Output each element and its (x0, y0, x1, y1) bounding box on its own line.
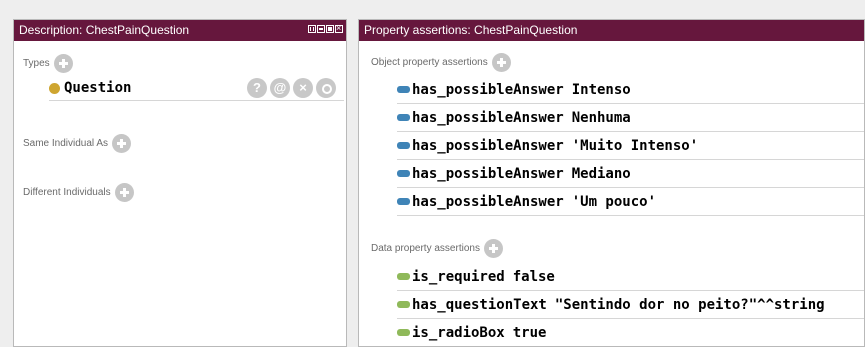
data-assertion-row[interactable]: is_required false (397, 263, 864, 291)
property-value: 'Um pouco' (571, 193, 657, 210)
split-horizontal-icon[interactable] (317, 25, 325, 33)
same-individual-label: Same Individual As (23, 138, 109, 149)
types-label: Types (23, 58, 50, 69)
property-assertions-pane: Property assertions: ChestPainQuestion O… (358, 19, 865, 347)
description-pane: Description: ChestPainQuestion Types Que… (13, 19, 347, 347)
different-individuals-section: Different Individuals (23, 183, 134, 202)
object-assertion-row[interactable]: has_possibleAnswer Intenso (397, 76, 864, 104)
delete-icon[interactable]: × (293, 78, 313, 98)
data-properties-section: Data property assertions (371, 239, 503, 258)
property-name: has_questionText (412, 296, 547, 313)
add-data-property-button[interactable] (483, 239, 503, 258)
annotate-icon[interactable]: @ (270, 78, 290, 98)
property-value: "Sentindo dor no peito?"^^string (554, 296, 825, 313)
data-assertion-row[interactable]: has_questionText "Sentindo dor no peito?… (397, 291, 864, 319)
edit-icon[interactable] (316, 78, 336, 98)
type-row[interactable]: Question ? @ × (49, 76, 344, 101)
add-object-property-button[interactable] (491, 53, 511, 72)
types-section: Types (23, 54, 73, 73)
property-name: is_required (412, 268, 505, 285)
data-property-icon (397, 273, 410, 280)
maximize-icon[interactable] (326, 25, 334, 33)
object-property-icon (397, 114, 410, 121)
object-assertion-row[interactable]: has_possibleAnswer 'Um pouco' (397, 188, 864, 216)
split-vertical-icon[interactable] (308, 25, 316, 33)
property-name: has_possibleAnswer (412, 193, 564, 210)
object-properties-section: Object property assertions (371, 53, 511, 72)
different-individuals-label: Different Individuals (23, 187, 111, 198)
property-value: true (512, 324, 547, 341)
property-name: has_possibleAnswer (412, 81, 564, 98)
type-value: Question (64, 80, 132, 96)
data-property-icon (397, 329, 410, 336)
class-icon (49, 82, 60, 94)
help-icon[interactable]: ? (247, 78, 267, 98)
data-property-icon (397, 301, 410, 308)
data-assertion-row[interactable]: is_radioBox true (397, 319, 864, 346)
description-titlebar: Description: ChestPainQuestion (14, 20, 346, 41)
object-assertion-row[interactable]: has_possibleAnswer 'Muito Intenso' (397, 132, 864, 160)
property-value: Nenhuma (571, 109, 631, 126)
add-different-individual-button[interactable] (114, 183, 134, 202)
data-properties-label: Data property assertions (371, 243, 480, 254)
object-assertion-row[interactable]: has_possibleAnswer Mediano (397, 160, 864, 188)
object-property-icon (397, 170, 410, 177)
type-actions: ? @ × (247, 78, 336, 98)
add-same-individual-button[interactable] (112, 134, 132, 153)
object-property-icon (397, 198, 410, 205)
property-value: false (512, 268, 555, 285)
window-controls (308, 22, 343, 34)
property-value: Mediano (571, 165, 631, 182)
add-type-button[interactable] (53, 54, 73, 73)
property-name: has_possibleAnswer (412, 137, 564, 154)
property-value: 'Muito Intenso' (571, 137, 699, 154)
property-name: is_radioBox (412, 324, 505, 341)
property-titlebar: Property assertions: ChestPainQuestion (359, 20, 864, 41)
same-individual-section: Same Individual As (23, 134, 132, 153)
object-property-icon (397, 142, 410, 149)
object-property-icon (397, 86, 410, 93)
object-assertion-row[interactable]: has_possibleAnswer Nenhuma (397, 104, 864, 132)
object-properties-label: Object property assertions (371, 57, 488, 68)
property-name: has_possibleAnswer (412, 165, 564, 182)
property-name: has_possibleAnswer (412, 109, 564, 126)
property-value: Intenso (571, 81, 631, 98)
close-icon[interactable] (335, 22, 343, 34)
property-title: Property assertions: ChestPainQuestion (364, 23, 578, 37)
description-title: Description: ChestPainQuestion (19, 23, 190, 37)
